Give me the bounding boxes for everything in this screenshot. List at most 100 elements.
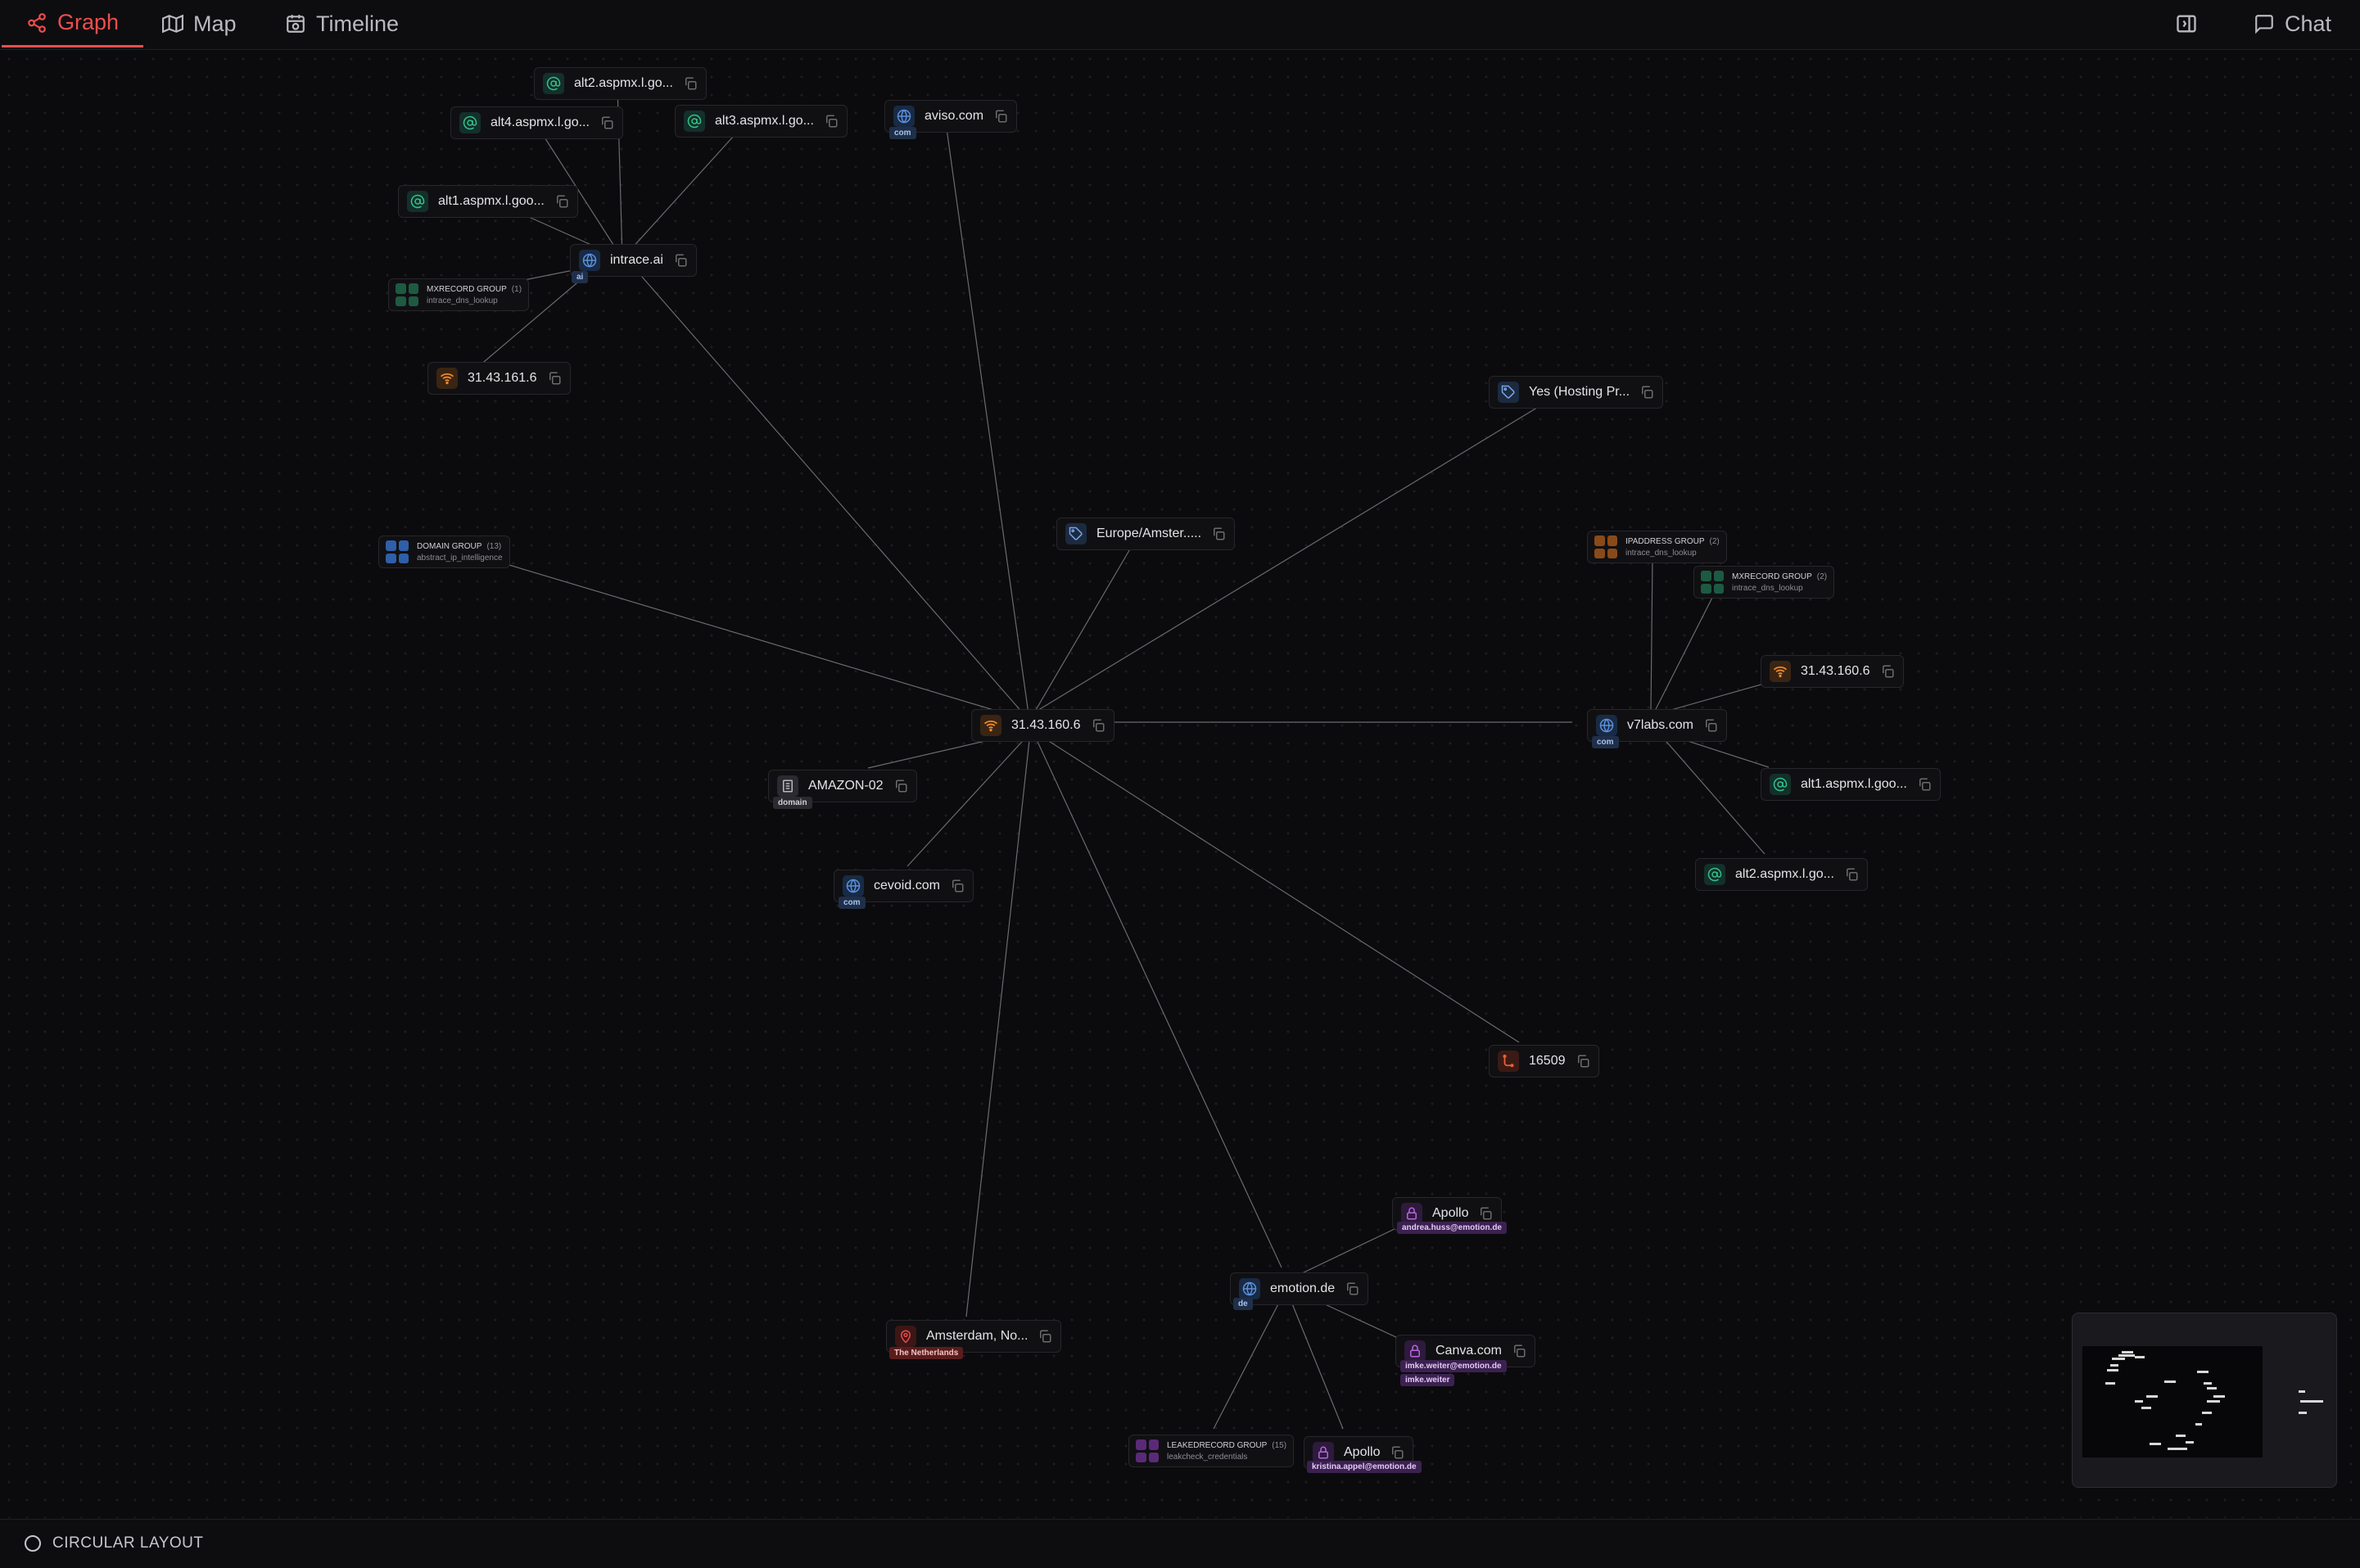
minimap-node <box>2112 1358 2125 1360</box>
graph-canvas[interactable] <box>0 50 2360 1518</box>
group-source: intrace_dns_lookup <box>1732 583 1803 593</box>
copy-icon[interactable] <box>547 371 562 386</box>
lock-icon <box>1404 1340 1426 1362</box>
tab-graph[interactable]: Graph <box>2 0 144 47</box>
leakedrecord-group[interactable]: LEAKEDRECORD GROUP (15) leakcheck_credent… <box>1128 1435 1295 1467</box>
circular-layout-toggle[interactable]: CIRCULAR LAYOUT <box>25 1534 204 1552</box>
email-badge: imke.weiter@emotion.de <box>1400 1360 1507 1372</box>
copy-icon[interactable] <box>1844 867 1859 882</box>
copy-icon[interactable] <box>1576 1054 1590 1069</box>
location-icon <box>895 1326 916 1347</box>
ip-icon <box>436 368 458 389</box>
minimap-node <box>2197 1371 2209 1373</box>
domain-group[interactable]: DOMAIN GROUP (13) abstract_ip_intelligenc… <box>378 535 510 568</box>
chat-button[interactable]: Chat <box>2237 0 2348 47</box>
minimap-node <box>2107 1369 2118 1371</box>
group-title: MXRECORD GROUP <box>427 284 507 294</box>
graph-icon <box>28 12 46 33</box>
copy-icon[interactable] <box>1091 718 1105 733</box>
copy-icon[interactable] <box>1880 664 1895 679</box>
tld-badge: de <box>1233 1298 1253 1310</box>
group-title: MXRECORD GROUP <box>1732 572 1812 581</box>
asn-icon <box>1498 1051 1519 1072</box>
node-label: alt4.aspmx.l.go... <box>491 115 590 129</box>
copy-icon[interactable] <box>993 109 1008 124</box>
node-label: alt1.aspmx.l.goo... <box>438 194 545 208</box>
copy-icon[interactable] <box>673 253 688 268</box>
minimap-node <box>2122 1351 2133 1353</box>
minimap-node <box>2164 1380 2176 1383</box>
node-europe-amsterdam[interactable]: Europe/Amster..... <box>1056 517 1236 550</box>
node-alt2-v7labs[interactable]: alt2.aspmx.l.go... <box>1695 858 1868 891</box>
node-label: alt3.aspmx.l.go... <box>715 114 814 128</box>
mx-icon <box>407 191 428 212</box>
copy-icon[interactable] <box>554 194 569 209</box>
chat-label: Chat <box>2285 11 2332 36</box>
copy-icon[interactable] <box>950 879 965 893</box>
minimap-node <box>2105 1382 2115 1385</box>
chat-icon <box>2255 15 2273 34</box>
node-alt3-intrace[interactable]: alt3.aspmx.l.go... <box>675 105 848 138</box>
node-yes-hosting[interactable]: Yes (Hosting Pr... <box>1489 376 1664 409</box>
copy-icon[interactable] <box>599 115 614 130</box>
minimap-node <box>2118 1354 2135 1357</box>
tab-map-label: Map <box>193 11 237 36</box>
minimap[interactable] <box>2072 1313 2337 1488</box>
panel-toggle-icon <box>2177 15 2196 33</box>
group-icon <box>1594 535 1617 558</box>
copy-icon[interactable] <box>1512 1344 1526 1358</box>
node-label: 16509 <box>1529 1054 1566 1068</box>
ip-icon <box>980 715 1001 736</box>
mxrecord-group-intrace[interactable]: MXRECORD GROUP (1) intrace_dns_lookup <box>388 278 530 311</box>
node-ip-31-43-160-6-v7[interactable]: 31.43.160.6 <box>1761 655 1904 688</box>
copy-icon[interactable] <box>683 76 698 91</box>
node-ip-31-43-161-6[interactable]: 31.43.161.6 <box>427 362 571 395</box>
panel-toggle-button[interactable] <box>2175 12 2200 37</box>
node-intrace-ai[interactable]: intrace.ai <box>570 244 697 277</box>
group-count: (1) <box>511 284 522 294</box>
tld-badge: com <box>889 127 916 139</box>
copy-icon[interactable] <box>1211 526 1226 541</box>
node-alt1-v7labs[interactable]: alt1.aspmx.l.goo... <box>1761 768 1941 801</box>
minimap-node <box>2135 1400 2143 1403</box>
node-label: AMAZON-02 <box>808 779 884 793</box>
copy-icon[interactable] <box>1390 1445 1404 1460</box>
node-alt1-intrace[interactable]: alt1.aspmx.l.goo... <box>398 185 578 218</box>
node-label: 31.43.161.6 <box>468 371 537 385</box>
node-asn-16509[interactable]: 16509 <box>1489 1045 1599 1078</box>
country-badge: The Netherlands <box>889 1347 964 1359</box>
copy-icon[interactable] <box>1917 777 1932 792</box>
tab-map[interactable]: Map <box>138 0 261 47</box>
copy-icon[interactable] <box>1345 1281 1359 1296</box>
node-alt4-intrace[interactable]: alt4.aspmx.l.go... <box>450 106 623 139</box>
minimap-node <box>2186 1441 2194 1444</box>
minimap-node <box>2207 1387 2217 1390</box>
tld-badge: com <box>839 897 866 909</box>
minimap-viewport[interactable] <box>2082 1346 2263 1457</box>
node-label: Apollo <box>1344 1445 1381 1459</box>
circular-layout-label: CIRCULAR LAYOUT <box>52 1534 204 1552</box>
username-badge: imke.weiter <box>1400 1374 1455 1386</box>
minimap-node <box>2135 1356 2145 1358</box>
node-ip-31-43-160-6-center[interactable]: 31.43.160.6 <box>971 709 1114 742</box>
node-label: aviso.com <box>925 109 984 123</box>
minimap-node <box>2207 1400 2220 1403</box>
node-label: Yes (Hosting Pr... <box>1529 385 1630 399</box>
minimap-node <box>2300 1400 2323 1403</box>
node-label: alt2.aspmx.l.go... <box>574 76 673 90</box>
node-label: emotion.de <box>1270 1281 1336 1295</box>
copy-icon[interactable] <box>824 114 839 129</box>
ipaddress-group[interactable]: IPADDRESS GROUP (2) intrace_dns_lookup <box>1587 531 1727 563</box>
mxrecord-group-v7labs[interactable]: MXRECORD GROUP (2) intrace_dns_lookup <box>1693 566 1835 599</box>
mx-icon <box>684 111 705 132</box>
copy-icon[interactable] <box>1478 1206 1493 1221</box>
copy-icon[interactable] <box>1703 718 1718 733</box>
group-count: (15) <box>1272 1440 1287 1450</box>
tab-timeline[interactable]: Timeline <box>260 0 423 47</box>
copy-icon[interactable] <box>893 779 908 793</box>
copy-icon[interactable] <box>1639 385 1654 400</box>
node-alt2-intrace[interactable]: alt2.aspmx.l.go... <box>534 67 707 100</box>
group-count: (13) <box>486 541 502 551</box>
copy-icon[interactable] <box>1038 1329 1052 1344</box>
mx-icon <box>1770 774 1791 795</box>
